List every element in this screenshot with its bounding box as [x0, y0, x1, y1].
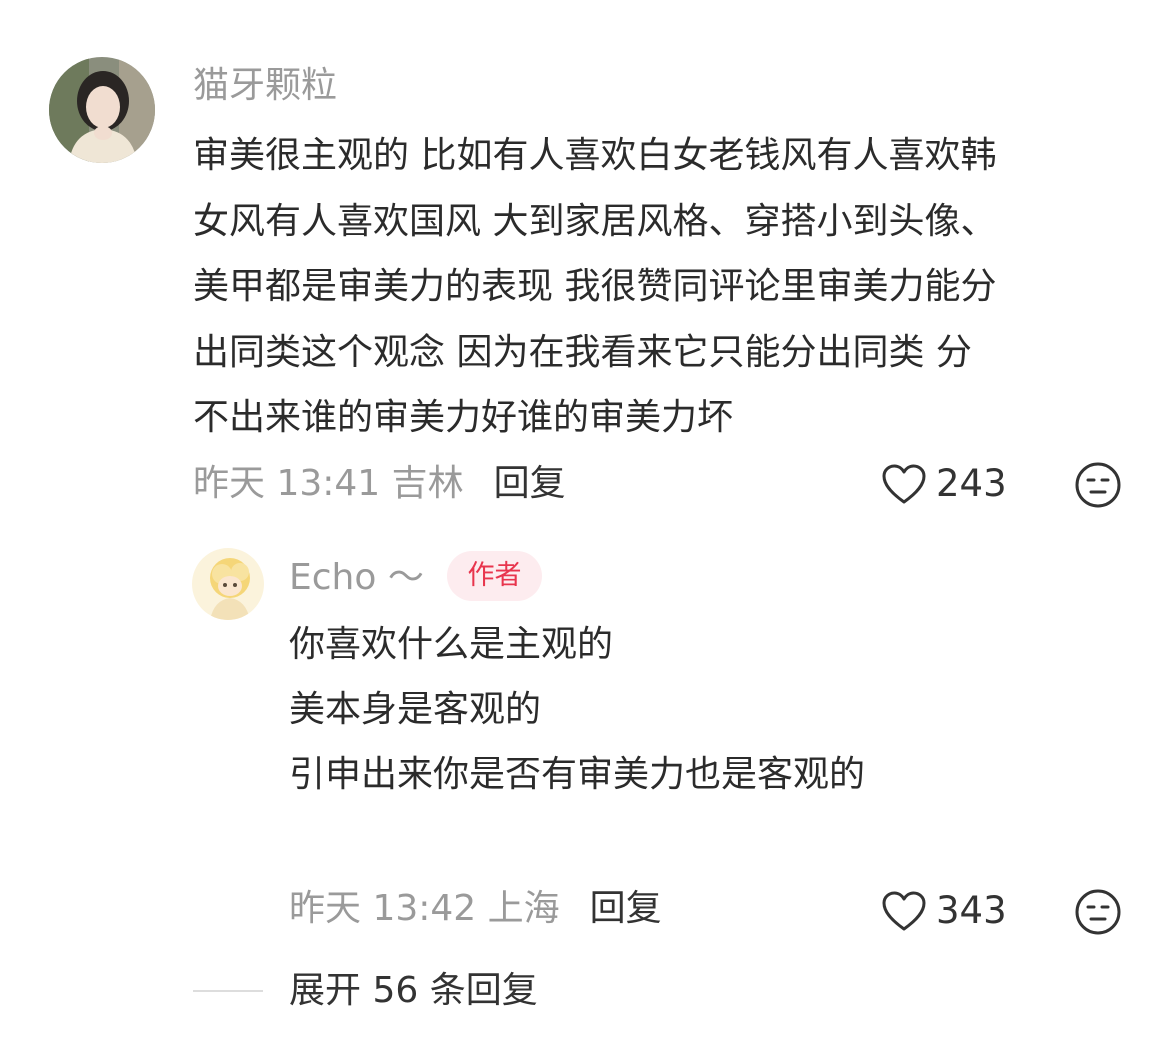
comment-meta: 昨天 13:41 吉林 回复 [193, 462, 566, 506]
expand-replies-button[interactable]: 展开 56 条回复 [289, 968, 538, 1014]
dislike-emoji-icon[interactable] [1074, 461, 1122, 509]
timestamp-location: 昨天 13:42 上海 [289, 888, 560, 929]
like-count: 343 [936, 889, 1007, 932]
comment-line: 引申出来你是否有审美力也是客观的 [289, 754, 866, 795]
reply-button[interactable]: 回复 [494, 463, 566, 504]
username[interactable]: Echo ～ [289, 556, 424, 600]
avatar[interactable] [192, 548, 264, 620]
expand-divider [193, 990, 263, 992]
comment-text: 审美很主观的 比如有人喜欢白女老钱风有人喜欢韩 女风有人喜欢国风 大到家居风格、… [193, 123, 996, 451]
like-button[interactable]: 343 [880, 889, 1007, 933]
comment-meta: 昨天 13:42 上海 回复 [289, 887, 662, 931]
timestamp-location: 昨天 13:41 吉林 [193, 463, 464, 504]
comment-line: 女风有人喜欢国风 大到家居风格、穿搭小到头像、 [193, 200, 997, 242]
username[interactable]: 猫牙颗粒 [193, 64, 337, 108]
comment-line: 美本身是客观的 [289, 689, 542, 730]
comment-line: 美甲都是审美力的表现 我很赞同评论里审美力能分 [193, 266, 997, 307]
avatar[interactable] [49, 57, 155, 163]
like-count: 243 [936, 462, 1007, 505]
like-button[interactable]: 243 [880, 462, 1007, 506]
heart-icon [882, 891, 926, 931]
heart-icon [882, 464, 926, 504]
comment-line: 审美很主观的 比如有人喜欢白女老钱风有人喜欢韩 [193, 135, 997, 176]
comment-line: 你喜欢什么是主观的 [289, 624, 614, 665]
author-badge: 作者 [447, 551, 542, 601]
comment-line: 出同类这个观念 因为在我看来它只能分出同类 分 [193, 331, 972, 373]
dislike-emoji-icon[interactable] [1074, 888, 1122, 936]
reply-button[interactable]: 回复 [590, 888, 662, 929]
comment-line: 不出来谁的审美力好谁的审美力坏 [193, 397, 734, 438]
comment-text: 你喜欢什么是主观的 美本身是客观的 引申出来你是否有审美力也是客观的 [289, 612, 865, 807]
